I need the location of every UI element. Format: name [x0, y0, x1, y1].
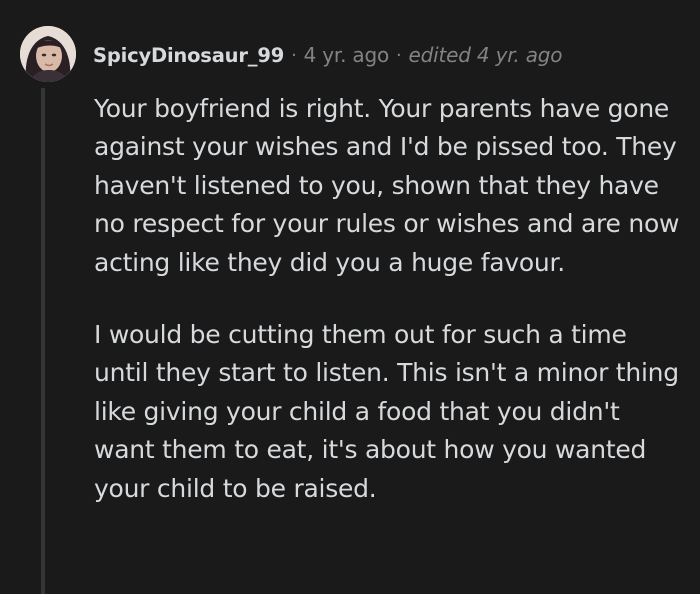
comment-paragraph: Your boyfriend is right. Your parents ha…	[94, 94, 680, 277]
timestamp-link[interactable]: 4 yr. ago	[304, 43, 390, 67]
meta-separator: ·	[396, 44, 402, 66]
comment-meta: SpicyDinosaur_99 · 4 yr. ago · edited 4 …	[93, 38, 563, 72]
comment-body: Your boyfriend is right. Your parents ha…	[94, 90, 684, 508]
meta-separator: ·	[291, 44, 297, 66]
username-link[interactable]: SpicyDinosaur_99	[93, 44, 284, 67]
comment: SpicyDinosaur_99 · 4 yr. ago · edited 4 …	[0, 0, 700, 594]
thread-collapse-line[interactable]	[41, 88, 45, 594]
comment-paragraph: I would be cutting them out for such a t…	[94, 320, 679, 503]
avatar-image	[20, 26, 76, 82]
avatar[interactable]	[20, 26, 76, 82]
edited-label: edited 4 yr. ago	[408, 43, 563, 67]
